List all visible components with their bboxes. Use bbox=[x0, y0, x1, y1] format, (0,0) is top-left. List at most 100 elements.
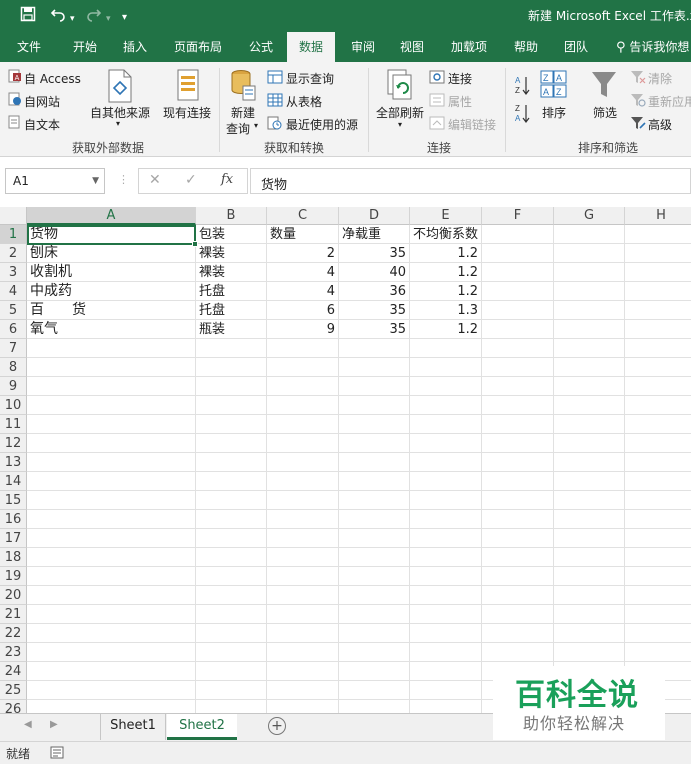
cell-a14[interactable] bbox=[27, 472, 196, 491]
tab-data[interactable]: 数据 bbox=[287, 32, 335, 62]
cell-a21[interactable] bbox=[27, 605, 196, 624]
new-query-label-1[interactable]: 新建 bbox=[231, 104, 255, 121]
cell-b1[interactable]: 包装 bbox=[196, 225, 267, 244]
cell-a22[interactable] bbox=[27, 624, 196, 643]
cell-b12[interactable] bbox=[196, 434, 267, 453]
cell-g7[interactable] bbox=[554, 339, 625, 358]
cell-b19[interactable] bbox=[196, 567, 267, 586]
cell-c24[interactable] bbox=[267, 662, 339, 681]
cell-c20[interactable] bbox=[267, 586, 339, 605]
cell-a7[interactable] bbox=[27, 339, 196, 358]
cell-a6[interactable]: 氧气 bbox=[27, 320, 196, 339]
cell-g2[interactable] bbox=[554, 244, 625, 263]
cell-f22[interactable] bbox=[482, 624, 554, 643]
redo-dropdown-icon[interactable]: ▾ bbox=[106, 9, 111, 29]
cell-c23[interactable] bbox=[267, 643, 339, 662]
cell-d17[interactable] bbox=[339, 529, 410, 548]
row-header-6[interactable]: 6 bbox=[0, 320, 27, 339]
cell-g12[interactable] bbox=[554, 434, 625, 453]
cell-e8[interactable] bbox=[410, 358, 482, 377]
cell-d24[interactable] bbox=[339, 662, 410, 681]
sort-descending-icon[interactable]: ZA bbox=[514, 102, 530, 127]
cell-h18[interactable] bbox=[625, 548, 691, 567]
cell-f7[interactable] bbox=[482, 339, 554, 358]
row-header-17[interactable]: 17 bbox=[0, 529, 27, 548]
cell-b24[interactable] bbox=[196, 662, 267, 681]
cell-d22[interactable] bbox=[339, 624, 410, 643]
cell-c25[interactable] bbox=[267, 681, 339, 700]
cell-c21[interactable] bbox=[267, 605, 339, 624]
cell-f5[interactable] bbox=[482, 301, 554, 320]
cell-g16[interactable] bbox=[554, 510, 625, 529]
cell-d26[interactable] bbox=[339, 700, 410, 713]
cell-b18[interactable] bbox=[196, 548, 267, 567]
cell-a1[interactable]: 货物 bbox=[27, 225, 196, 244]
column-header-c[interactable]: C bbox=[267, 207, 339, 225]
tab-review[interactable]: 审阅 bbox=[342, 32, 384, 62]
cell-a11[interactable] bbox=[27, 415, 196, 434]
cell-c7[interactable] bbox=[267, 339, 339, 358]
cell-c8[interactable] bbox=[267, 358, 339, 377]
cell-c5[interactable]: 6 bbox=[267, 301, 339, 320]
cell-d4[interactable]: 36 bbox=[339, 282, 410, 301]
cell-a10[interactable] bbox=[27, 396, 196, 415]
formula-input[interactable]: 货物 bbox=[250, 168, 691, 194]
cell-g10[interactable] bbox=[554, 396, 625, 415]
cell-b2[interactable]: 裸装 bbox=[196, 244, 267, 263]
cell-e5[interactable]: 1.3 bbox=[410, 301, 482, 320]
cell-e3[interactable]: 1.2 bbox=[410, 263, 482, 282]
cell-g19[interactable] bbox=[554, 567, 625, 586]
cell-a5[interactable]: 百 货 bbox=[27, 301, 196, 320]
cell-e7[interactable] bbox=[410, 339, 482, 358]
row-header-15[interactable]: 15 bbox=[0, 491, 27, 510]
cancel-icon[interactable]: ✕ bbox=[149, 172, 161, 188]
sheet-prev-icon[interactable]: ◀ bbox=[24, 719, 32, 730]
worksheet-grid[interactable]: A B C D E F G H 1 货物 包装 数量 净载重 不均衡系数 2 刨床 裸装 2 35 1.2 3 收割机 裸装… bbox=[0, 207, 691, 713]
cell-f21[interactable] bbox=[482, 605, 554, 624]
cell-g3[interactable] bbox=[554, 263, 625, 282]
cell-c9[interactable] bbox=[267, 377, 339, 396]
filter-button[interactable]: 筛选 bbox=[593, 104, 617, 121]
cell-f14[interactable] bbox=[482, 472, 554, 491]
cell-a18[interactable] bbox=[27, 548, 196, 567]
cell-h14[interactable] bbox=[625, 472, 691, 491]
row-header-18[interactable]: 18 bbox=[0, 548, 27, 567]
cell-c13[interactable] bbox=[267, 453, 339, 472]
from-access-button[interactable]: 自 Access bbox=[24, 70, 81, 87]
cell-h1[interactable] bbox=[625, 225, 691, 244]
cell-d12[interactable] bbox=[339, 434, 410, 453]
cell-d19[interactable] bbox=[339, 567, 410, 586]
column-header-e[interactable]: E bbox=[410, 207, 482, 225]
cell-e1[interactable]: 不均衡系数 bbox=[410, 225, 482, 244]
from-web-button[interactable]: 自网站 bbox=[24, 93, 60, 110]
cell-g15[interactable] bbox=[554, 491, 625, 510]
name-box[interactable]: A1 ▼ bbox=[5, 168, 105, 194]
cell-f10[interactable] bbox=[482, 396, 554, 415]
row-header-4[interactable]: 4 bbox=[0, 282, 27, 301]
cell-b25[interactable] bbox=[196, 681, 267, 700]
cell-b22[interactable] bbox=[196, 624, 267, 643]
cell-h9[interactable] bbox=[625, 377, 691, 396]
refresh-all-button[interactable]: 全部刷新 bbox=[376, 104, 424, 121]
cell-b20[interactable] bbox=[196, 586, 267, 605]
new-query-label-2[interactable]: 查询 bbox=[226, 120, 250, 137]
cell-c10[interactable] bbox=[267, 396, 339, 415]
edit-links-button[interactable]: 编辑链接 bbox=[448, 116, 496, 133]
cell-b21[interactable] bbox=[196, 605, 267, 624]
cell-g14[interactable] bbox=[554, 472, 625, 491]
cell-e22[interactable] bbox=[410, 624, 482, 643]
cell-a9[interactable] bbox=[27, 377, 196, 396]
cell-e23[interactable] bbox=[410, 643, 482, 662]
column-header-g[interactable]: G bbox=[554, 207, 625, 225]
cell-e14[interactable] bbox=[410, 472, 482, 491]
cell-d3[interactable]: 40 bbox=[339, 263, 410, 282]
row-header-24[interactable]: 24 bbox=[0, 662, 27, 681]
column-header-b[interactable]: B bbox=[196, 207, 267, 225]
cell-b6[interactable]: 瓶装 bbox=[196, 320, 267, 339]
cell-b7[interactable] bbox=[196, 339, 267, 358]
undo-icon[interactable] bbox=[50, 6, 66, 27]
cell-a23[interactable] bbox=[27, 643, 196, 662]
cell-d1[interactable]: 净载重 bbox=[339, 225, 410, 244]
cell-f23[interactable] bbox=[482, 643, 554, 662]
from-text-button[interactable]: 自文本 bbox=[24, 116, 60, 133]
